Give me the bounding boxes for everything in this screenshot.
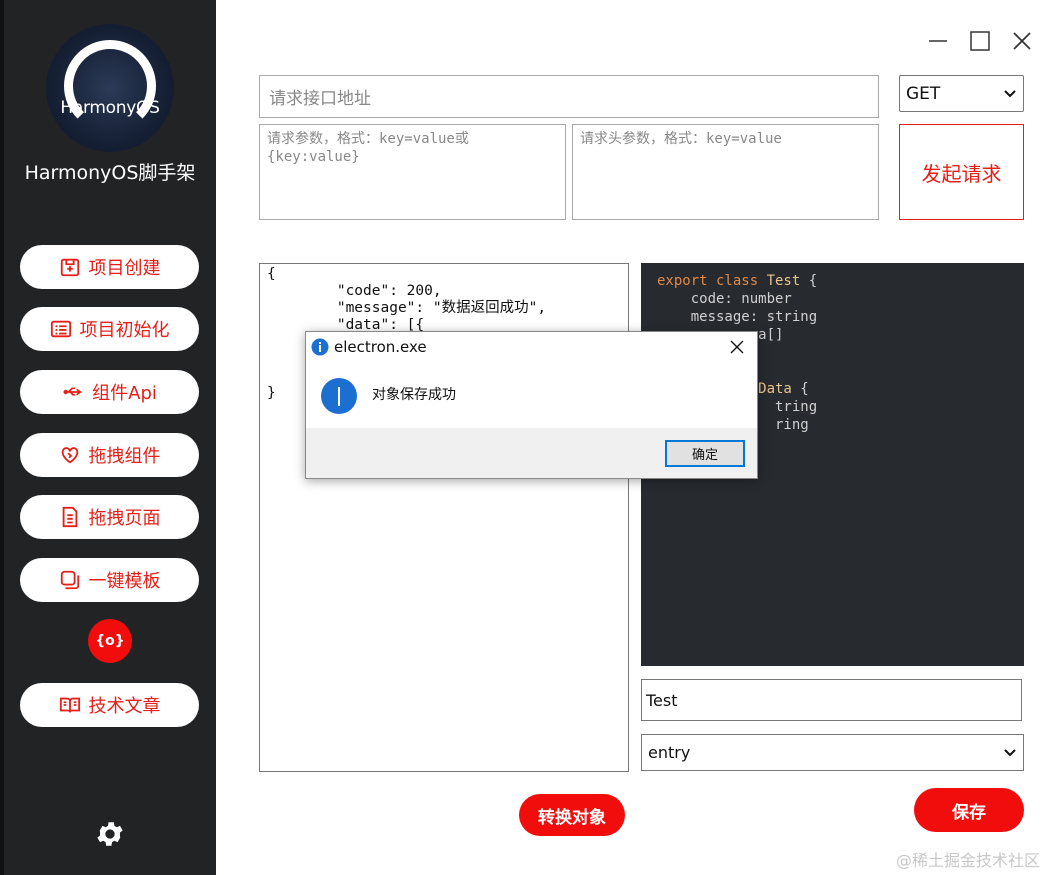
convert-object-button[interactable]: 转换对象 — [519, 794, 625, 836]
chevron-down-icon — [1004, 89, 1016, 97]
gear-icon[interactable] — [94, 818, 126, 850]
close-icon[interactable] — [730, 340, 744, 354]
sidebar-item-component-api[interactable]: 组件Api — [20, 370, 199, 414]
usb-icon — [63, 387, 82, 396]
headers-placeholder: 请求头参数，格式：key=value — [580, 131, 782, 147]
code-line: export class Test { — [657, 273, 818, 289]
class-name-value: Test — [646, 690, 678, 710]
code-line: message: string — [657, 309, 818, 325]
save-label: 保存 — [952, 802, 986, 823]
sidebar-item-drag-component[interactable]: 拖拽组件 — [20, 433, 199, 477]
sidebar-item-label: 一键模板 — [88, 571, 161, 592]
message-dialog: electron.exe 对象保存成功 确定 — [305, 331, 758, 479]
maximize-icon[interactable] — [967, 28, 993, 54]
ok-button[interactable]: 确定 — [665, 440, 745, 467]
module-value: entry — [648, 743, 691, 762]
logo-text: HarmonyOS — [60, 98, 160, 118]
sidebar-item-label: 组件Api — [92, 383, 157, 404]
copy-icon — [60, 570, 79, 590]
ok-label: 确定 — [691, 448, 718, 463]
chevron-down-icon — [1004, 748, 1016, 756]
sidebar-item-project-init[interactable]: 项目初始化 — [20, 307, 199, 351]
app-window: HarmonyOS HarmonyOS脚手架 项目创建 项目初始化 组件Api … — [0, 0, 1064, 875]
puzzle-heart-icon — [61, 447, 78, 464]
dialog-message: 对象保存成功 — [372, 387, 456, 403]
close-icon[interactable] — [1009, 28, 1035, 54]
dialog-title: electron.exe — [334, 338, 427, 356]
logo-ring — [64, 40, 156, 132]
info-icon — [321, 378, 357, 414]
sidebar-item-label: 技术文章 — [88, 696, 161, 717]
json-tool-button[interactable]: {o} — [88, 619, 132, 663]
list-icon — [50, 320, 71, 338]
sidebar-item-label: 拖拽页面 — [88, 508, 161, 529]
send-request-button[interactable]: 发起请求 — [899, 124, 1024, 220]
module-select[interactable]: entry — [641, 734, 1024, 771]
sidebar-item-label: 拖拽组件 — [88, 446, 161, 467]
code-braces-icon: {o} — [95, 633, 125, 649]
harmonyos-logo: HarmonyOS — [46, 24, 174, 152]
request-url-input[interactable]: 请求接口地址 — [259, 75, 879, 118]
params-placeholder: 请求参数，格式：key=value或{key:value} — [267, 131, 469, 165]
url-placeholder: 请求接口地址 — [269, 89, 371, 109]
minimize-icon[interactable] — [925, 28, 951, 54]
document-icon — [62, 506, 77, 528]
book-icon — [59, 697, 80, 713]
sidebar-item-project-create[interactable]: 项目创建 — [20, 245, 199, 289]
sidebar-item-tech-articles[interactable]: 技术文章 — [20, 683, 199, 727]
method-select[interactable]: GET — [899, 75, 1024, 112]
code-line: code: number — [657, 291, 792, 307]
method-value: GET — [906, 83, 941, 104]
info-small-icon — [311, 338, 329, 356]
sidebar-item-label: 项目创建 — [88, 258, 161, 279]
params-textarea[interactable]: 请求参数，格式：key=value或{key:value} — [259, 124, 566, 220]
save-button[interactable]: 保存 — [914, 788, 1024, 832]
send-request-label: 发起请求 — [921, 161, 1002, 186]
watermark: @稀土掘金技术社区 — [896, 851, 1041, 870]
headers-textarea[interactable]: 请求头参数，格式：key=value — [572, 124, 879, 220]
add-box-icon — [60, 258, 79, 277]
app-title: HarmonyOS脚手架 — [24, 162, 196, 184]
class-name-input[interactable]: Test — [641, 679, 1022, 721]
convert-label: 转换对象 — [538, 807, 606, 828]
sidebar-item-drag-page[interactable]: 拖拽页面 — [20, 495, 199, 539]
sidebar-item-label: 项目初始化 — [79, 320, 170, 341]
sidebar-item-one-click-template[interactable]: 一键模板 — [20, 558, 199, 602]
sidebar: HarmonyOS HarmonyOS脚手架 项目创建 项目初始化 组件Api … — [0, 0, 216, 875]
dialog-titlebar: electron.exe — [306, 332, 757, 362]
